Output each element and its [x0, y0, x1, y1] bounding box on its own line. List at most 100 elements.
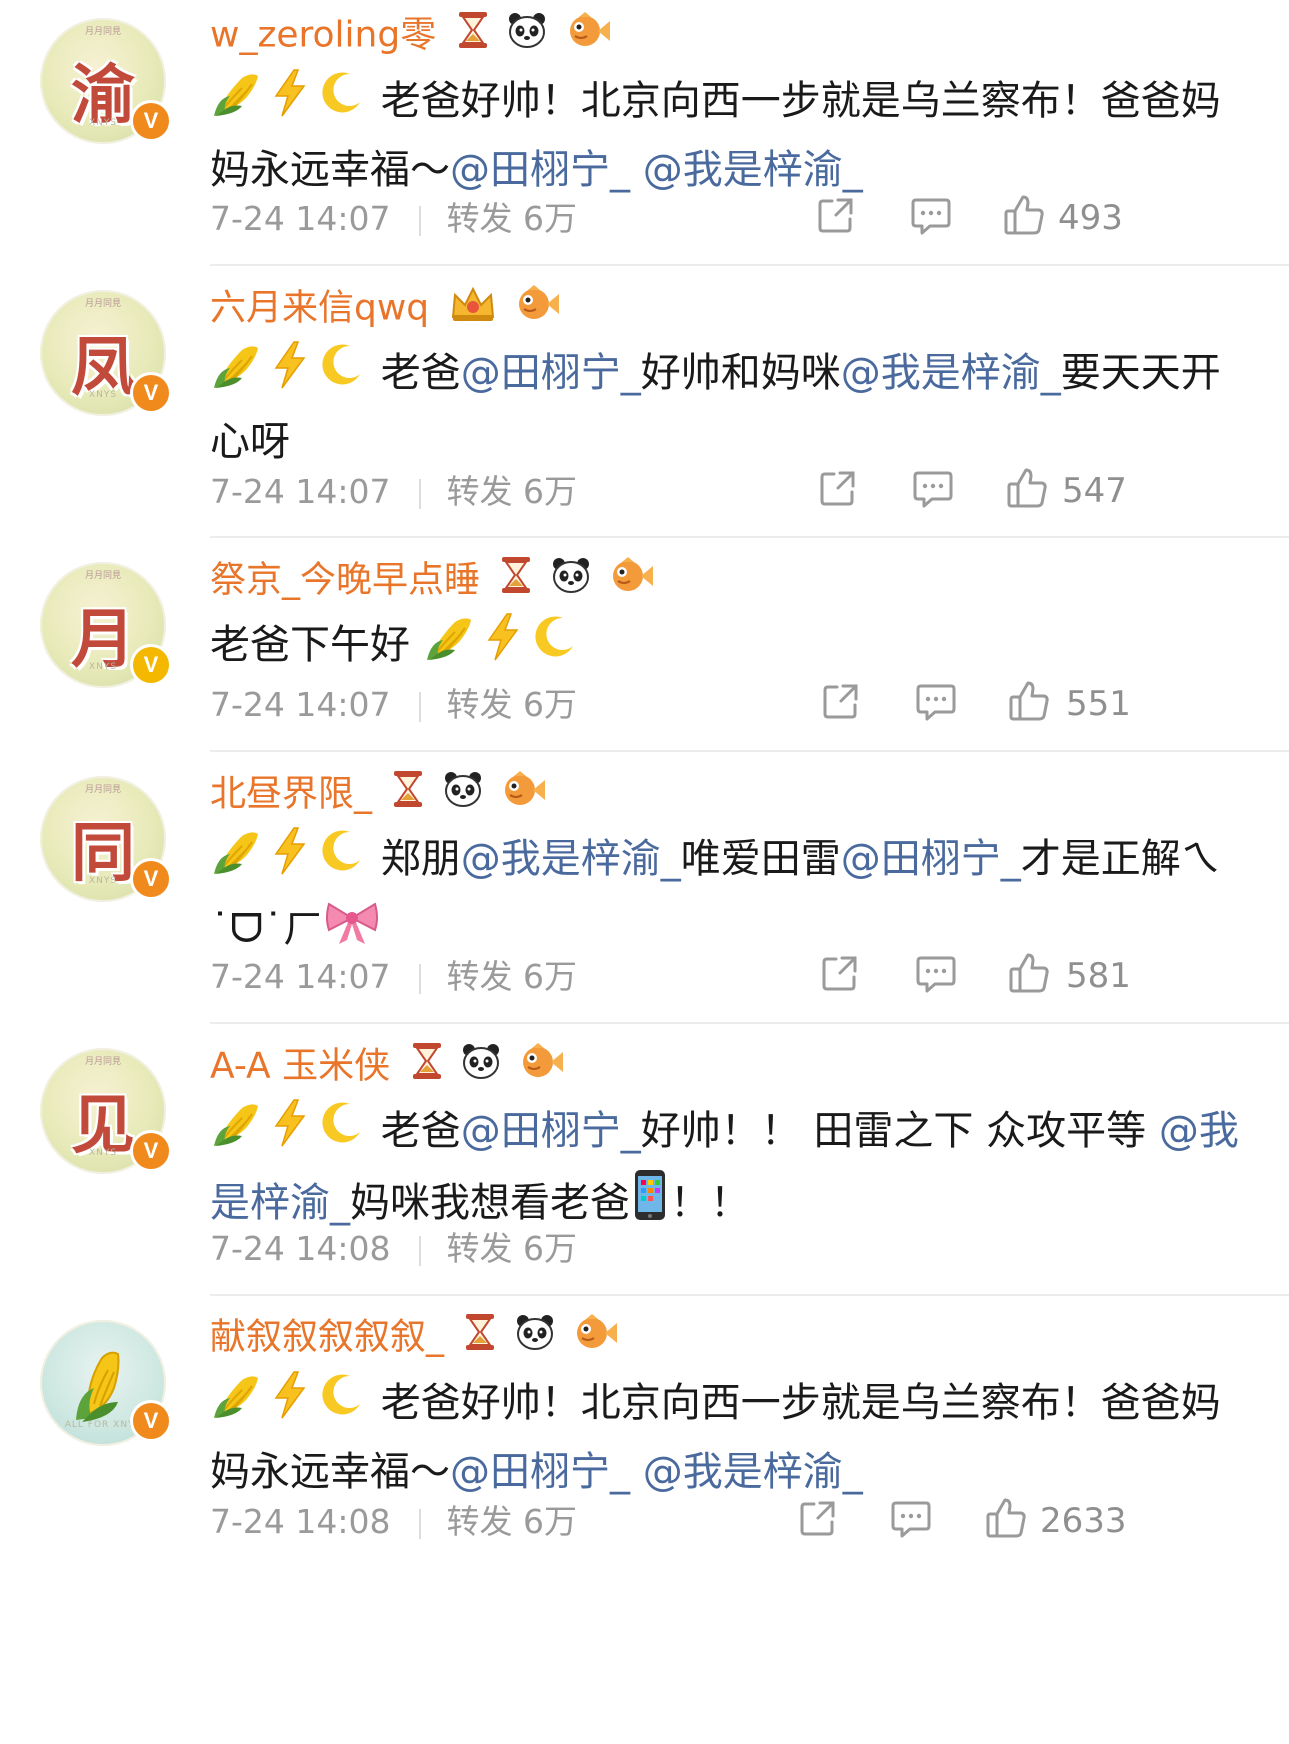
timestamp: 7-24 14:07 — [210, 685, 391, 724]
thumbs-up-icon — [1003, 195, 1045, 241]
corn-emoji — [212, 68, 264, 138]
repost-count[interactable]: 转发 6万 — [447, 1502, 578, 1541]
lightning-emoji — [268, 340, 312, 410]
repost-count[interactable]: 转发 6万 — [447, 1229, 578, 1268]
username[interactable]: 北昼界限_ — [210, 769, 552, 817]
share-icon — [816, 198, 856, 239]
moon-emoji — [529, 612, 579, 682]
mention-link[interactable]: @我是梓渝_ — [461, 836, 681, 882]
corn-emoji — [212, 826, 264, 896]
corn-emoji — [425, 612, 477, 682]
moon-emoji — [316, 1098, 366, 1168]
repost-count[interactable]: 转发 6万 — [447, 199, 578, 238]
verified-badge: V — [130, 1400, 172, 1442]
share-button[interactable] — [820, 953, 860, 1003]
emoji-row — [210, 1099, 381, 1154]
emoji-row — [210, 827, 381, 882]
hourglass-icon — [499, 555, 533, 608]
comment-meta: 7-24 14:07 转发 6万 — [210, 472, 577, 512]
like-button[interactable] — [1006, 466, 1048, 516]
comment-icon — [890, 1501, 932, 1544]
panda-icon — [507, 10, 547, 63]
like-button[interactable] — [1003, 193, 1045, 243]
hourglass-icon — [456, 10, 490, 63]
panda-icon — [443, 769, 483, 822]
mention-link[interactable]: @田栩宁_ — [450, 147, 630, 193]
comment-feed: 月月同見 渝 XNYS V w_zeroling零 老爸好帅！北京向西一步就是乌… — [0, 0, 1289, 1744]
mention-link[interactable]: @田栩宁_ — [450, 1449, 630, 1495]
verified-badge: V — [130, 372, 172, 414]
timestamp: 7-24 14:08 — [210, 1229, 391, 1268]
meta-divider — [418, 205, 421, 236]
mention-link[interactable]: @我是梓渝_ — [841, 350, 1061, 396]
like-button[interactable] — [1008, 951, 1050, 1001]
corn-emoji — [212, 340, 264, 410]
comment-button[interactable] — [915, 681, 957, 731]
divider — [210, 1022, 1289, 1024]
lightning-emoji — [268, 68, 312, 138]
lightning-emoji — [268, 1370, 312, 1440]
username[interactable]: 六月来信qwq — [210, 283, 566, 331]
comment-icon — [915, 684, 957, 727]
like-button[interactable] — [1008, 679, 1050, 729]
lightning-emoji — [268, 826, 312, 896]
meta-divider — [418, 691, 421, 722]
divider — [210, 750, 1289, 752]
username[interactable]: w_zeroling零 — [210, 10, 617, 58]
comment-icon — [915, 956, 957, 999]
mention-link[interactable]: @田栩宁_ — [461, 1108, 641, 1154]
share-icon — [821, 684, 861, 725]
fish-icon — [608, 555, 654, 608]
thumbs-up-icon — [1008, 953, 1050, 999]
verified-badge: V — [130, 100, 172, 142]
share-icon — [818, 471, 858, 512]
mention-link[interactable]: @田栩宁_ — [841, 836, 1021, 882]
share-button[interactable] — [816, 195, 856, 245]
timestamp: 7-24 14:07 — [210, 472, 391, 511]
like-count: 551 — [1066, 684, 1131, 724]
emoji-row — [210, 1371, 381, 1426]
share-button[interactable] — [821, 681, 861, 731]
emoji-row — [210, 69, 381, 124]
share-icon — [798, 1501, 838, 1542]
share-button[interactable] — [798, 1498, 838, 1548]
moon-emoji — [316, 1370, 366, 1440]
mention-link[interactable]: @田栩宁_ — [461, 350, 641, 396]
username[interactable]: 祭京_今晚早点睡 — [210, 555, 660, 603]
comment-button[interactable] — [890, 1498, 932, 1548]
verified-badge: V — [130, 858, 172, 900]
comment-text: 老爸@田栩宁_好帅！！ 田雷之下 众攻平等 @我是梓渝_妈咪我想看老爸！！ — [210, 1098, 1250, 1242]
meta-divider — [418, 1508, 421, 1539]
comment-button[interactable] — [912, 468, 954, 518]
thumbs-up-icon — [1008, 681, 1050, 727]
like-count: 547 — [1062, 471, 1127, 511]
repost-count[interactable]: 转发 6万 — [447, 472, 578, 511]
hourglass-icon — [410, 1041, 444, 1094]
comment-button[interactable] — [910, 195, 952, 245]
share-button[interactable] — [818, 468, 858, 518]
mention-link[interactable]: @我是梓渝_ — [643, 147, 863, 193]
divider — [210, 1294, 1289, 1296]
moon-emoji — [316, 68, 366, 138]
comment-button[interactable] — [915, 953, 957, 1003]
repost-count[interactable]: 转发 6万 — [447, 685, 578, 724]
comment-icon — [910, 198, 952, 241]
comment-meta: 7-24 14:07 转发 6万 — [210, 685, 577, 725]
fish-icon — [572, 1312, 618, 1365]
phone-emoji — [632, 1168, 668, 1242]
username[interactable]: A-A 玉米侠 — [210, 1041, 570, 1089]
username[interactable]: 献叙叙叙叙叙_ — [210, 1312, 624, 1360]
comment-icon — [912, 471, 954, 514]
fish-icon — [500, 769, 546, 822]
emoji-row — [210, 341, 381, 396]
timestamp: 7-24 14:08 — [210, 1502, 391, 1541]
mention-link[interactable]: @我是梓渝_ — [643, 1449, 863, 1495]
repost-count[interactable]: 转发 6万 — [447, 957, 578, 996]
like-button[interactable] — [985, 1496, 1027, 1546]
meta-divider — [418, 1235, 421, 1266]
hourglass-icon — [391, 769, 425, 822]
thumbs-up-icon — [1006, 468, 1048, 514]
timestamp: 7-24 14:07 — [210, 957, 391, 996]
fish-icon — [514, 283, 560, 336]
comment-text: 老爸好帅！北京向西一步就是乌兰察布！爸爸妈妈永远幸福～@田栩宁_ @我是梓渝_ — [210, 68, 1250, 203]
